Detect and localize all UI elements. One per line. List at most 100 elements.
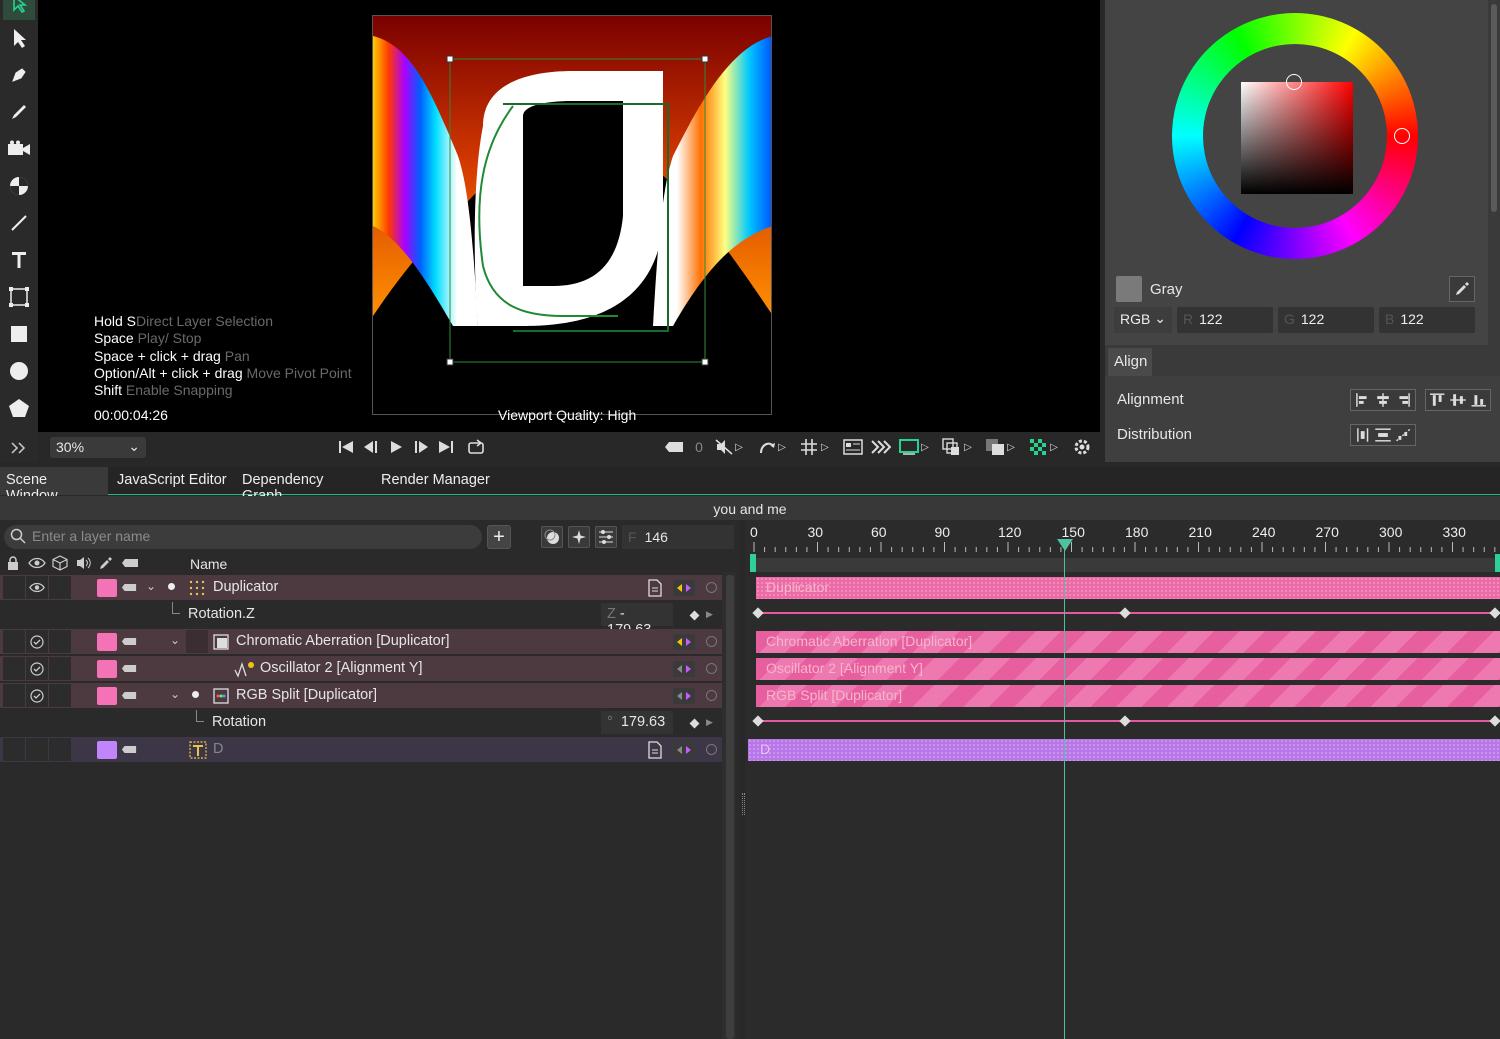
checkmark-circle-icon[interactable] [26, 630, 48, 653]
next-keyframe-icon[interactable]: ▶ [706, 609, 713, 620]
ellipse-tool-icon[interactable] [3, 355, 35, 387]
layer-row-chromatic-aberration[interactable]: ⌄ Chromatic Aberration [Duplicator] [0, 629, 722, 654]
property-row-rotation[interactable]: Rotation ° 179.63 ▶ [0, 710, 722, 735]
name-column-header[interactable]: Name [190, 556, 227, 572]
hue-picker-handle[interactable] [1394, 128, 1410, 144]
brush-tool-icon[interactable] [3, 96, 35, 128]
direct-selection-tool-icon[interactable] [3, 22, 35, 54]
layer-color-chip[interactable] [97, 741, 117, 759]
dropdown-arrow-icon[interactable]: ▷ [819, 436, 831, 458]
eyedropper-icon[interactable] [99, 556, 113, 570]
lock-icon[interactable] [7, 556, 19, 570]
work-area-bar[interactable] [756, 558, 1495, 572]
motion-blur-icon[interactable] [541, 526, 563, 548]
go-to-start-icon[interactable] [335, 436, 357, 458]
color-panel-scrollbar[interactable] [1488, 0, 1500, 345]
keyframe-icon[interactable] [1489, 715, 1500, 727]
blue-field[interactable]: B 122 [1379, 307, 1475, 333]
eye-icon[interactable] [26, 576, 48, 599]
layer-row-d[interactable]: D [0, 737, 722, 762]
layers-stack-icon[interactable] [941, 436, 963, 458]
vertical-align-buttons[interactable] [1425, 389, 1491, 411]
layer-color-chip[interactable] [97, 633, 117, 651]
layer-row-duplicator[interactable]: ⌄ Duplicator [0, 575, 722, 600]
dropdown-arrow-icon[interactable]: ▷ [1005, 436, 1017, 458]
rectangle-tool-icon[interactable] [3, 318, 35, 350]
lock-toggle[interactable] [3, 738, 25, 761]
rotation-field[interactable]: ° 179.63 [601, 711, 673, 734]
safe-area-icon[interactable] [898, 436, 920, 458]
layer-color-chip[interactable] [97, 687, 117, 705]
timeline-bar-duplicator[interactable]: Duplicator [756, 577, 1500, 599]
time-ruler[interactable]: 0 30 60 90 120 150 180 210 240 270 300 330 [745, 520, 1500, 572]
keyframe-nav[interactable] [673, 661, 695, 677]
document-icon[interactable] [647, 579, 663, 597]
tag-icon[interactable] [121, 691, 137, 700]
tab-align[interactable]: Align [1108, 348, 1152, 376]
record-toggle[interactable] [706, 636, 717, 647]
solo-dot-icon[interactable] [168, 583, 175, 590]
3d-toggle[interactable] [49, 630, 71, 653]
cube-icon[interactable] [52, 555, 68, 571]
checkmark-circle-icon[interactable] [26, 684, 48, 707]
chevron-down-icon[interactable]: ⌄ [146, 579, 156, 593]
solo-toggle[interactable] [186, 630, 208, 653]
eyedropper-icon[interactable] [1449, 276, 1475, 302]
speaker-icon[interactable] [76, 556, 92, 570]
lock-toggle[interactable] [3, 576, 25, 599]
keyframe-diamond-icon[interactable] [689, 718, 700, 729]
zoom-select[interactable]: 30% ⌄ [50, 437, 146, 458]
tag-icon[interactable] [121, 637, 137, 646]
expand-toolbar-icon[interactable] [3, 432, 35, 464]
saturation-value-square[interactable] [1241, 82, 1353, 194]
loop-icon[interactable] [465, 436, 487, 458]
layer-search-input[interactable]: Enter a layer name [4, 525, 482, 549]
composition-canvas[interactable] [372, 15, 772, 415]
camera-tool-icon[interactable] [3, 133, 35, 165]
keyframe-nav[interactable] [673, 688, 695, 704]
chevron-down-icon[interactable]: ⌄ [170, 687, 180, 701]
layer-color-chip[interactable] [97, 660, 117, 678]
red-field[interactable]: R 122 [1177, 307, 1273, 333]
tag-icon[interactable] [121, 664, 137, 673]
horizontal-align-buttons[interactable] [1350, 389, 1416, 411]
dropdown-arrow-icon[interactable]: ▷ [733, 436, 745, 458]
keyframe-nav[interactable] [673, 580, 695, 596]
record-toggle[interactable] [706, 663, 717, 674]
document-icon[interactable] [647, 741, 663, 759]
sliders-icon[interactable] [595, 526, 617, 548]
keyframe-icon[interactable] [1119, 607, 1131, 619]
layout-icon[interactable] [842, 436, 864, 458]
tag-icon[interactable] [121, 745, 137, 754]
frame-field[interactable]: F 146 [622, 525, 734, 549]
keyframe-icon[interactable] [752, 607, 764, 619]
color-mode-select[interactable]: RGB ⌄ [1114, 307, 1172, 333]
layer-color-chip[interactable] [97, 579, 117, 597]
motion-path-icon[interactable] [756, 436, 778, 458]
checkmark-circle-icon[interactable] [26, 657, 48, 680]
solo-dot-icon[interactable] [192, 691, 199, 698]
gear-icon[interactable] [1071, 436, 1093, 458]
transform-tool-icon[interactable] [3, 281, 35, 313]
3d-toggle[interactable] [49, 738, 71, 761]
scrollbar-thumb[interactable] [1491, 4, 1497, 212]
rotation-z-field[interactable]: Z-179.63 [601, 603, 673, 638]
tag-icon[interactable] [663, 436, 685, 458]
pen-tool-icon[interactable] [3, 59, 35, 91]
color-swatch[interactable] [1116, 276, 1142, 302]
work-area-end-handle[interactable] [1495, 554, 1500, 572]
lock-toggle[interactable] [3, 630, 25, 653]
text-tool-icon[interactable] [3, 244, 35, 276]
3d-toggle[interactable] [49, 657, 71, 680]
line-tool-icon[interactable] [3, 207, 35, 239]
tab-dependency-graph[interactable]: Dependency Graph [236, 467, 372, 504]
grid-icon[interactable] [798, 436, 820, 458]
chevron-down-icon[interactable]: ⌄ [170, 633, 180, 647]
record-toggle[interactable] [706, 582, 717, 593]
keyframe-icon[interactable] [1119, 715, 1131, 727]
timeline-bar-oscillator[interactable]: Oscillator 2 [Alignment Y] [756, 658, 1500, 680]
next-keyframe-icon[interactable]: ▶ [706, 717, 713, 728]
lock-toggle[interactable] [3, 657, 25, 680]
layer-row-oscillator[interactable]: Oscillator 2 [Alignment Y] [0, 656, 722, 681]
eye-toggle[interactable] [26, 738, 48, 761]
